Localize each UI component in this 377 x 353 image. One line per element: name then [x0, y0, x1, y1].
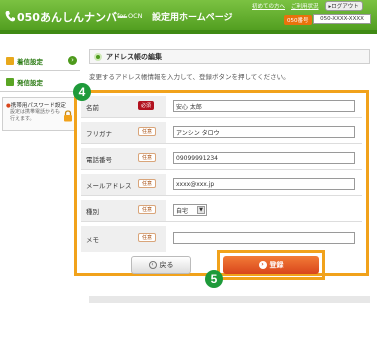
arrow-right-icon: › — [258, 261, 267, 269]
address-form: 名前 必須 安心 太郎 フリガナ 任意 アンシン タロウ 電話番号 任意 090… — [74, 90, 369, 276]
name-input[interactable]: 安心 太郎 — [173, 100, 355, 112]
optional-badge: 任意 — [138, 205, 157, 214]
optional-badge: 任意 — [138, 127, 157, 136]
page-name: 設定用ホームページ — [152, 13, 233, 23]
logout-button[interactable]: ▸ログアウト — [324, 1, 363, 11]
form-row-memo: メモ 任意 — [81, 226, 362, 252]
back-arrow-icon: ‹ — [148, 261, 157, 269]
app-header: 050あんしんナンバー for OCN 設定用ホームページ 初めての方へ ご利用… — [0, 0, 377, 34]
chevron-down-icon: ▼ — [197, 206, 205, 214]
folder-icon — [6, 77, 14, 86]
type-select-value: 自宅 — [176, 207, 189, 215]
section-title-text: アドレス帳の編集 — [106, 52, 162, 61]
contract-link[interactable]: ご利用状況 — [291, 2, 319, 10]
form-row-type: 種別 任意 自宅 ▼ — [81, 200, 362, 222]
logout-label: ログアウト — [331, 4, 359, 10]
form-row-phone: 電話番号 任意 09099991234 — [81, 148, 362, 170]
email-input[interactable]: xxxx@xxx.jp — [173, 178, 355, 190]
mobile-password-title: ●携帯用パスワード設定 — [6, 103, 66, 109]
folder-icon — [6, 56, 14, 65]
header-links: 初めての方へ ご利用状況 ▸ログアウト — [252, 1, 377, 11]
instruction-text: 変更するアドレス帳情報を入力して、登録ボタンを押してください。 — [89, 73, 290, 81]
phone-icon — [5, 11, 15, 22]
section-title: アドレス帳の編集 — [89, 49, 370, 64]
mobile-password-box[interactable]: ●携帯用パスワード設定 設定は携帯電話からも行えます。 — [2, 97, 78, 131]
footer-divider — [89, 296, 370, 303]
step-4-badge: 4 — [73, 83, 91, 101]
type-select[interactable]: 自宅 ▼ — [173, 204, 207, 216]
form-row-name: 名前 必須 安心 太郎 — [81, 96, 362, 118]
memo-input[interactable] — [173, 232, 355, 244]
brand-name: 050あんしんナンバー — [17, 11, 128, 24]
optional-badge: 任意 — [138, 179, 157, 188]
sidebar-item-label: 発信設定 — [17, 78, 43, 87]
required-badge: 必須 — [138, 101, 155, 110]
first-time-link[interactable]: 初めての方へ — [252, 2, 285, 10]
furigana-input[interactable]: アンシン タロウ — [173, 126, 355, 138]
form-row-email: メールアドレス 任意 xxxx@xxx.jp — [81, 174, 362, 196]
sidebar: 着信設定 › 発信設定 ●携帯用パスワード設定 設定は携帯電話からも行えます。 — [0, 34, 82, 353]
step-5-badge: 5 — [205, 270, 223, 288]
back-button[interactable]: ‹ 戻る — [131, 256, 191, 274]
mobile-password-text: 設定は携帯電話からも行えます。 — [10, 109, 61, 122]
phone-input[interactable]: 09099991234 — [173, 152, 355, 164]
sidebar-item-label: 着信設定 — [17, 57, 43, 66]
register-button-label: 登録 — [269, 261, 284, 269]
chevron-right-icon: › — [68, 56, 77, 65]
form-row-furigana: フリガナ 任意 アンシン タロウ — [81, 122, 362, 144]
title-bullet-icon — [94, 52, 102, 61]
register-button[interactable]: › 登録 — [223, 256, 319, 274]
optional-badge: 任意 — [138, 233, 157, 242]
number-badge: 050番号 — [284, 15, 312, 25]
sidebar-item-incoming[interactable]: 着信設定 › — [0, 51, 80, 71]
optional-badge: 任意 — [138, 153, 157, 162]
brand-sub: for OCN — [117, 12, 143, 20]
back-button-label: 戻る — [159, 261, 174, 269]
main-content: アドレス帳の編集 変更するアドレス帳情報を入力して、登録ボタンを押してください。… — [73, 34, 377, 353]
sidebar-item-outgoing[interactable]: 発信設定 — [0, 72, 80, 92]
lock-icon — [64, 110, 72, 122]
number-display: 050-XXXX-XXXX — [313, 14, 371, 24]
